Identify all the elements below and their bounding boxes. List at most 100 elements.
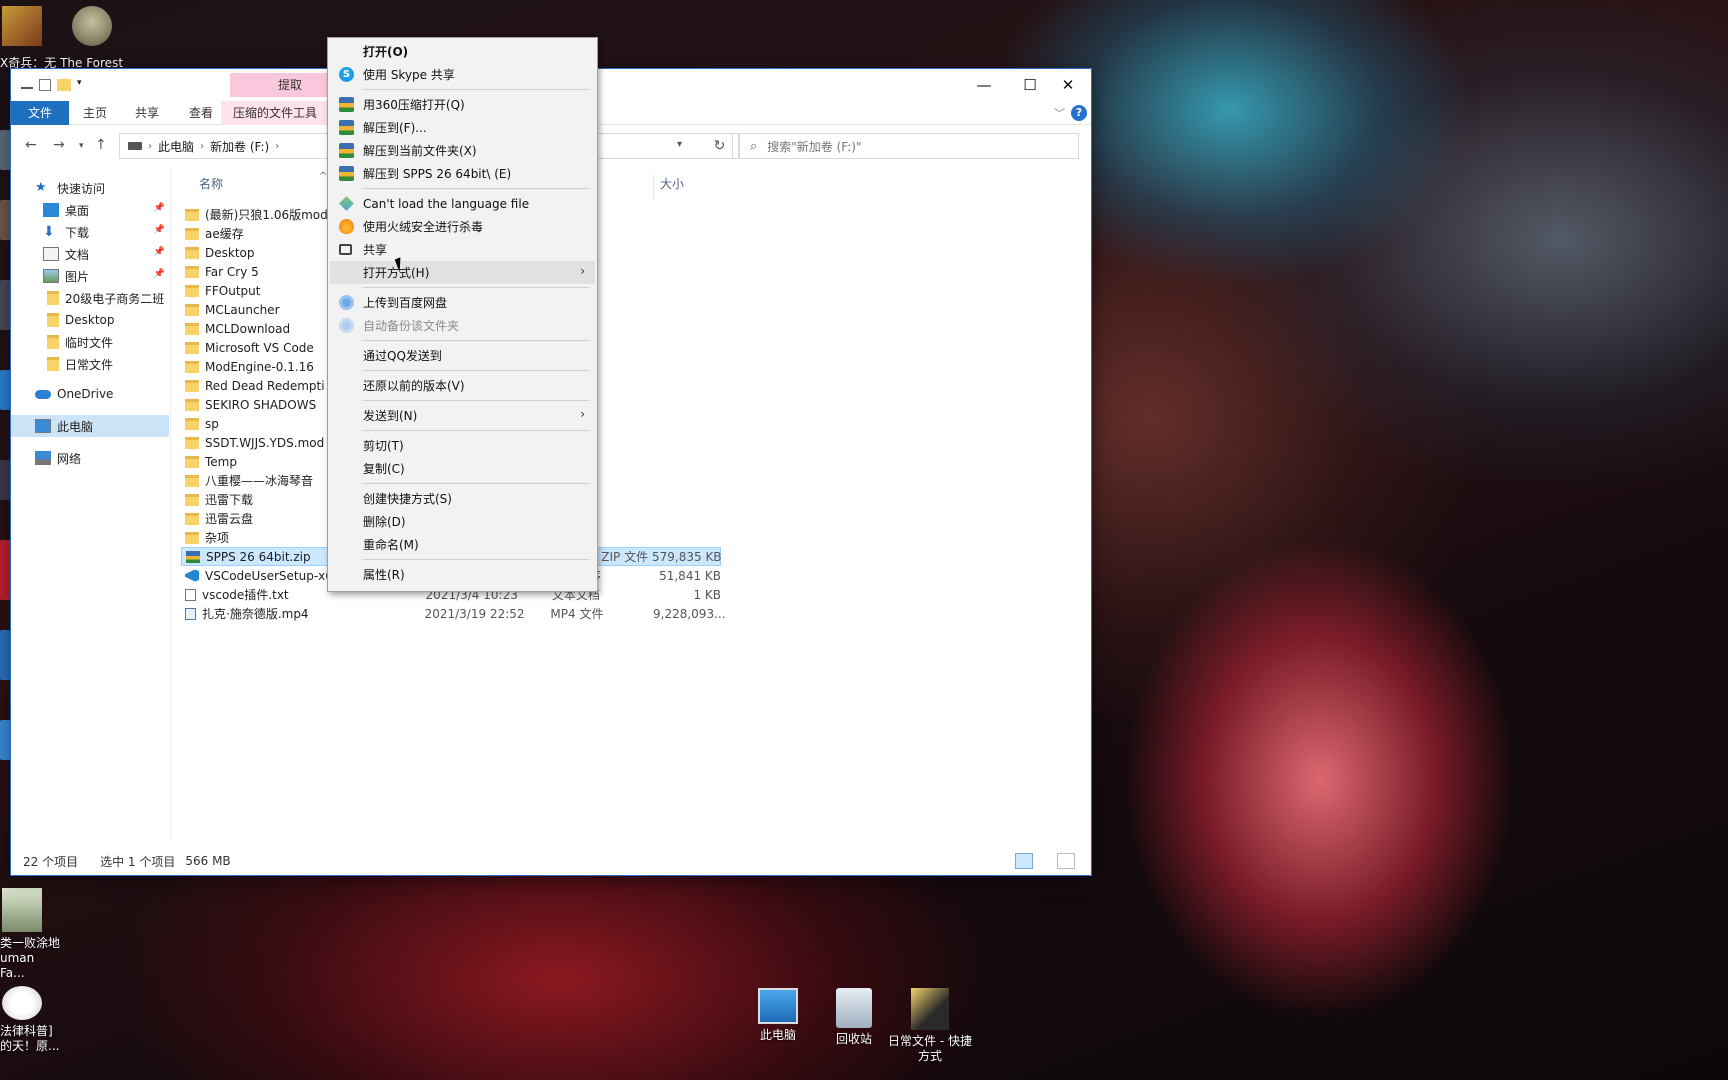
nav-folder-temp[interactable]: 临时文件 (11, 331, 169, 353)
nav-label: 此电脑 (57, 419, 94, 434)
file-size: 51,841 KB (659, 568, 721, 583)
nav-desktop[interactable]: 桌面 📌 (11, 199, 169, 221)
menu-item[interactable]: Can't load the language file (330, 192, 595, 215)
tab-home[interactable]: 主页 (83, 101, 107, 125)
pin-icon[interactable]: 📌 (154, 203, 165, 213)
menu-item[interactable]: 共享 (330, 238, 595, 261)
tab-view[interactable]: 查看 (189, 101, 213, 125)
breadcrumb-this-pc[interactable]: 此电脑 (158, 138, 194, 155)
tab-share[interactable]: 共享 (135, 101, 159, 125)
up-arrow-icon[interactable]: ↑ (95, 137, 107, 153)
nav-folder-daily[interactable]: 日常文件 (11, 353, 169, 375)
menu-item-label: 打开(O) (363, 45, 409, 59)
cartoon-icon (2, 986, 42, 1020)
nav-pictures[interactable]: 图片 📌 (11, 265, 169, 287)
nav-quick-access[interactable]: ★ 快速访问 (11, 177, 169, 199)
menu-item-label: 使用 Skype 共享 (363, 68, 455, 82)
menu-item[interactable]: 重命名(M) (330, 533, 595, 556)
download-icon: ⬇ (43, 224, 55, 240)
menu-item[interactable]: 还原以前的版本(V) (330, 374, 595, 397)
menu-item-label: 自动备份该文件夹 (363, 319, 460, 333)
submenu-arrow-icon: › (580, 264, 585, 278)
nav-network[interactable]: 网络 (11, 447, 169, 469)
huorong-icon (339, 219, 354, 234)
menu-item[interactable]: 解压到 SPPS 26 64bit\ (E) (330, 162, 595, 185)
folder-icon (185, 284, 199, 297)
menu-item[interactable]: 创建快捷方式(S) (330, 487, 595, 510)
help-button[interactable]: ? (1071, 105, 1087, 121)
desktop-label-2a: 法律科普] (0, 1024, 53, 1038)
menu-item[interactable]: 解压到(F)... (330, 116, 595, 139)
menu-item[interactable]: 剪切(T) (330, 434, 595, 457)
close-button[interactable]: ✕ (1045, 69, 1091, 101)
properties-icon[interactable] (21, 81, 33, 89)
tab-file[interactable]: 文件 (11, 101, 69, 125)
menu-item-label: 用360压缩打开(Q) (363, 98, 465, 112)
refresh-button[interactable]: ↻ (707, 133, 733, 159)
menu-item[interactable]: 解压到当前文件夹(X) (330, 139, 595, 162)
search-box[interactable]: ⌕ 搜索"新加卷 (F:)" (739, 133, 1079, 159)
desktop-label-1b: uman Fa... (0, 951, 35, 980)
desktop-icon-recycle-bin[interactable]: 回收站 (812, 988, 896, 1047)
360zip-icon (339, 166, 354, 181)
column-size[interactable]: 大小 (653, 175, 727, 199)
breadcrumb-separator-icon[interactable]: › (200, 141, 204, 152)
desktop-icon-this-pc[interactable]: 此电脑 (736, 988, 820, 1043)
address-history-dropdown-icon[interactable]: ▾ (677, 139, 682, 150)
view-toggle (1003, 853, 1085, 869)
menu-item[interactable]: 使用火绒安全进行杀毒 (330, 215, 595, 238)
menu-item[interactable]: 属性(R) (330, 563, 595, 586)
desktop-icon-daily-files[interactable]: 日常文件 - 快捷方式 (886, 988, 974, 1064)
column-name[interactable]: 名称 (199, 175, 223, 199)
checkmark-icon[interactable] (39, 79, 51, 91)
desktop-shortcut-human-fall-flat[interactable]: 类一败涂地 uman Fa... (0, 888, 60, 981)
recent-locations-icon[interactable]: ▾ (79, 141, 84, 151)
menu-item[interactable]: 打开(O) (330, 40, 595, 63)
menu-separator (363, 340, 589, 341)
menu-item[interactable]: 上传到百度网盘 (330, 291, 595, 314)
pin-icon[interactable]: 📌 (154, 247, 165, 257)
back-arrow-icon[interactable]: ← (25, 137, 37, 153)
status-bar: 22 个项目 选中 1 个项目 566 MB (11, 847, 1091, 875)
status-item-count: 22 个项目 (23, 854, 79, 869)
menu-item[interactable]: 发送到(N) › (330, 404, 595, 427)
desktop-shortcut-video[interactable]: 法律科普] 的天！原... (0, 986, 60, 1054)
breadcrumb-drive-f[interactable]: 新加卷 (F:) (210, 138, 269, 155)
menu-item[interactable]: 打开方式(H) › (330, 261, 595, 284)
customize-toolbar-icon[interactable]: ▾ (77, 78, 85, 92)
search-icon: ⌕ (750, 138, 758, 154)
pin-icon[interactable]: 📌 (154, 225, 165, 235)
share-icon (339, 244, 352, 255)
file-row[interactable]: 扎克·施奈德版.mp4 2021/3/19 22:52 MP4 文件 9,228,09… (181, 604, 726, 623)
forward-arrow-icon[interactable]: → (53, 137, 65, 153)
nav-folder-desktop[interactable]: Desktop (11, 309, 169, 331)
breadcrumb-separator-icon[interactable]: › (148, 141, 152, 152)
star-icon: ★ (35, 180, 47, 195)
nav-folder-ecommerce[interactable]: 20级电子商务二班 (11, 287, 169, 309)
nav-onedrive[interactable]: OneDrive (11, 383, 169, 405)
menu-item[interactable]: S 使用 Skype 共享 (330, 63, 595, 86)
pin-icon[interactable]: 📌 (154, 269, 165, 279)
menu-item[interactable]: 删除(D) (330, 510, 595, 533)
menu-item[interactable]: 用360压缩打开(Q) (330, 93, 595, 116)
nav-downloads[interactable]: ⬇ 下载 📌 (11, 221, 169, 243)
folder-icon (185, 512, 199, 525)
new-folder-icon[interactable] (57, 79, 71, 91)
large-icons-view-icon[interactable] (1057, 853, 1075, 869)
folder-icon (185, 455, 199, 468)
nav-documents[interactable]: 文档 📌 (11, 243, 169, 265)
menu-item[interactable]: 复制(C) (330, 457, 595, 480)
desktop-shortcut-the-forest[interactable] (52, 6, 132, 50)
breadcrumb-separator-icon[interactable]: › (275, 141, 279, 152)
desktop-shortcut-game[interactable] (0, 6, 44, 50)
expand-ribbon-icon[interactable]: ﹀ (1054, 105, 1065, 121)
minimize-button[interactable]: — (961, 69, 1007, 101)
menu-item[interactable]: 通过QQ发送到 (330, 344, 595, 367)
menu-item-label: 解压到当前文件夹(X) (363, 144, 477, 158)
details-view-icon[interactable] (1015, 853, 1033, 869)
network-icon (35, 451, 51, 465)
nav-label: 快速访问 (57, 181, 106, 196)
menu-separator (363, 483, 589, 484)
nav-this-pc[interactable]: 此电脑 (11, 415, 169, 437)
navigation-pane: ★ 快速访问 桌面 📌 ⬇ 下载 📌 文档 📌 图片 📌 20级电子商务二班 D… (11, 169, 171, 841)
